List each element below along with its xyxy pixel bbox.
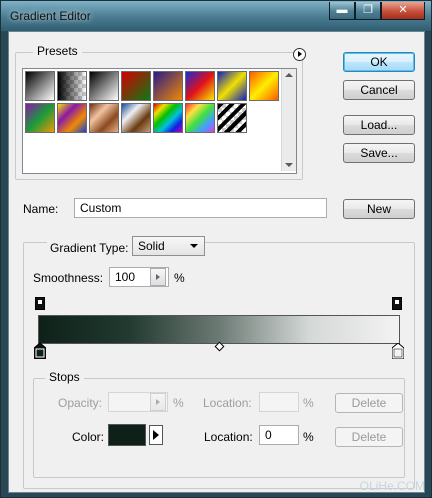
opacity-delete-button[interactable]: Delete: [335, 393, 403, 413]
new-button[interactable]: New: [343, 199, 415, 219]
opacity-slider-toggle-icon[interactable]: [150, 393, 166, 411]
color-location-unit: %: [303, 430, 314, 444]
preset-swatch-yellow-violet-orange-blue[interactable]: [57, 103, 87, 133]
dialog-client-area: Presets OK Cancel Load... Save... Name: …: [8, 31, 425, 493]
preset-swatch-orange-yellow-orange[interactable]: [249, 71, 279, 101]
smoothness-label: Smoothness:: [33, 271, 104, 285]
window-title: Gradient Editor: [10, 9, 91, 23]
gradient-type-value: Solid: [138, 239, 165, 253]
opacity-stop-right[interactable]: [392, 297, 402, 310]
preset-swatch-blue-red-yellow[interactable]: [185, 71, 215, 101]
watermark-text: OLiHe.COM: [359, 479, 425, 493]
opacity-location-input[interactable]: [259, 392, 299, 412]
close-button[interactable]: ✕: [381, 2, 425, 20]
minimize-button[interactable]: ▬: [329, 2, 355, 20]
preset-swatch-foreground-transparent[interactable]: [57, 71, 87, 101]
preset-swatch-violet-orange[interactable]: [153, 71, 183, 101]
scroll-up-arrow-icon[interactable]: [285, 73, 293, 77]
gradient-editor-window: Gradient Editor ▬ ❐ ✕ Presets OK Cancel …: [0, 0, 432, 498]
opacity-stop-left[interactable]: [35, 297, 45, 310]
presets-scrollbar[interactable]: [281, 69, 296, 171]
gradient-type-select[interactable]: Solid: [132, 236, 205, 256]
opacity-location-unit: %: [303, 396, 314, 410]
preset-swatch-copper[interactable]: [89, 103, 119, 133]
save-button[interactable]: Save...: [343, 143, 415, 163]
smoothness-unit: %: [174, 271, 185, 285]
smoothness-slider-toggle-icon[interactable]: [150, 268, 166, 286]
scroll-down-arrow-icon[interactable]: [285, 163, 293, 167]
title-bar[interactable]: Gradient Editor ▬ ❐ ✕: [1, 1, 431, 31]
chevron-down-icon: [190, 244, 198, 248]
gradient-preview-bar[interactable]: [38, 315, 400, 344]
name-input[interactable]: Custom: [74, 198, 327, 218]
stops-legend: Stops: [45, 370, 84, 384]
presets-swatch-list: [22, 68, 297, 174]
preset-swatch-red-green[interactable]: [121, 71, 151, 101]
window-controls: ▬ ❐ ✕: [329, 2, 425, 20]
preset-swatch-spectrum[interactable]: [153, 103, 183, 133]
color-label: Color:: [72, 430, 105, 444]
color-stop-left[interactable]: [34, 343, 46, 359]
preset-swatch-black-white[interactable]: [25, 71, 55, 101]
stop-color-swatch[interactable]: [108, 424, 146, 446]
presets-legend: Presets: [33, 44, 82, 58]
opacity-location-label: Location:: [203, 396, 252, 410]
color-stop-menu-arrow-icon[interactable]: [149, 425, 163, 445]
opacity-unit: %: [173, 396, 184, 410]
color-location-input[interactable]: 0: [259, 425, 299, 445]
opacity-label: Opacity:: [58, 396, 103, 410]
color-stop-right[interactable]: [392, 343, 404, 359]
ok-button[interactable]: OK: [343, 52, 415, 72]
preset-swatch-chrome[interactable]: [121, 103, 151, 133]
preset-swatch-transparent-rainbow[interactable]: [185, 103, 215, 133]
load-button[interactable]: Load...: [343, 115, 415, 135]
preset-swatch-blue-yellow-blue[interactable]: [217, 71, 247, 101]
gradient-type-label: Gradient Type:: [47, 241, 132, 255]
color-delete-button[interactable]: Delete: [335, 427, 403, 447]
preset-swatch-transparent-stripes[interactable]: [217, 103, 247, 133]
maximize-button[interactable]: ❐: [355, 2, 381, 20]
cancel-button[interactable]: Cancel: [343, 80, 415, 100]
preset-swatch-violet-green-orange[interactable]: [25, 103, 55, 133]
name-label: Name:: [23, 202, 59, 216]
presets-menu-icon[interactable]: [293, 48, 306, 61]
color-location-label: Location:: [204, 430, 253, 444]
smoothness-value: 100: [115, 270, 136, 284]
preset-swatch-black-white-2[interactable]: [89, 71, 119, 101]
